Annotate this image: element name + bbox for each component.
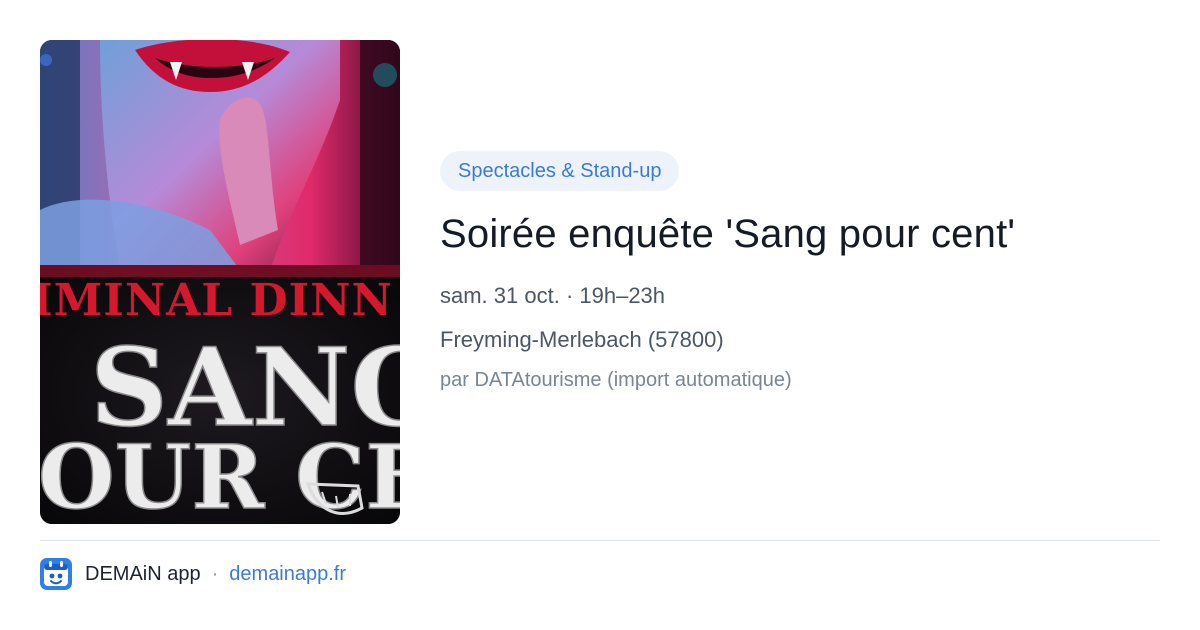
- event-poster-image[interactable]: IMINAL DINN SANG OUR CEN: [40, 40, 400, 524]
- poster-text-line1: IMINAL DINN: [40, 275, 393, 326]
- category-badge[interactable]: Spectacles & Stand-up: [440, 151, 680, 191]
- app-website-link[interactable]: demainapp.fr: [229, 563, 346, 586]
- footer: DEMAiN app · demainapp.fr: [40, 558, 346, 590]
- footer-separator: ·: [211, 562, 219, 585]
- event-source: par DATAtourisme (import automatique): [440, 369, 792, 391]
- event-datetime: sam. 31 oct. · 19h–23h: [440, 283, 666, 308]
- poster-artwork: IMINAL DINN SANG OUR CEN: [40, 40, 400, 524]
- event-share-card: IMINAL DINN SANG OUR CEN Spectacles & St…: [0, 0, 1200, 630]
- event-title[interactable]: Soirée enquête 'Sang pour cent': [440, 210, 1160, 258]
- poster-text-line3: OUR CEN: [40, 425, 400, 524]
- app-name: DEMAiN app: [85, 562, 201, 585]
- demain-app-logo-icon[interactable]: [40, 558, 72, 590]
- event-location: Freyming-Merlebach (57800): [440, 327, 724, 352]
- event-info: Spectacles & Stand-up Soirée enquête 'Sa…: [440, 151, 1160, 393]
- footer-divider: [40, 540, 1160, 541]
